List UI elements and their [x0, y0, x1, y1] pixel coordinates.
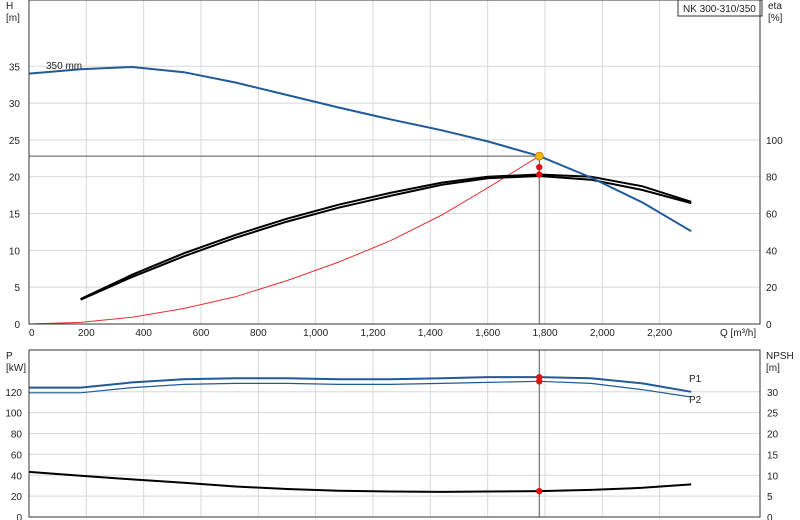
x-tick-label: 1,600	[475, 328, 500, 339]
p2-series-label: P2	[689, 395, 702, 406]
model-label: NK 300-310/350	[683, 4, 756, 15]
power-tick-label: 60	[11, 450, 23, 461]
x-tick-label: 2,200	[647, 328, 672, 339]
power-axis-unit: [kW]	[6, 363, 26, 374]
head-tick-label: 25	[9, 136, 21, 147]
power-tick-label: 120	[5, 388, 22, 399]
head-curve	[28, 65, 692, 233]
npsh-axis-title: NPSH	[766, 351, 794, 362]
power-tick-label: 40	[11, 471, 23, 482]
npsh-tick-label: 15	[767, 450, 779, 461]
head-tick-label: 10	[9, 246, 21, 257]
npsh-duty-marker	[536, 487, 543, 495]
head-tick-label: 20	[9, 173, 21, 184]
x-tick-label: 1,400	[418, 328, 443, 339]
head-axis-title: H	[6, 1, 13, 12]
p1-series-label: P1	[689, 374, 702, 385]
power-axis-title: P	[6, 351, 13, 362]
npsh-tick-label: 0	[767, 513, 773, 520]
x-tick-label: 1,000	[303, 328, 328, 339]
x-tick-label: 0	[29, 328, 35, 339]
npsh-tick-label: 5	[767, 492, 773, 503]
head-tick-label: 5	[14, 283, 20, 294]
head-tick-label: 0	[14, 320, 20, 331]
power-tick-label: 0	[16, 513, 22, 520]
eta-duty-marker	[536, 163, 543, 171]
x-tick-label: 1,800	[532, 328, 557, 339]
eta-tick-label: 60	[766, 210, 778, 221]
duty-point-marker	[534, 151, 544, 161]
head-tick-label: 35	[9, 62, 21, 73]
pump-curve-chart: H [m] eta [%] Q [m³/h] P [kW] NPSH [m] N…	[5, 0, 794, 520]
eta-curve	[80, 173, 692, 300]
eta-tick-label: 40	[766, 246, 778, 257]
npsh-tick-label: 25	[767, 409, 779, 420]
flow-axis-label: Q [m³/h]	[720, 328, 756, 339]
x-tick-label: 200	[78, 328, 95, 339]
top-tick-labels: 0 200 400 600 800 1,000 1,200 1,400 1,600 1,800 2,…	[9, 62, 783, 339]
npsh-tick-label: 20	[767, 430, 779, 441]
eta-axis-unit: [%]	[768, 13, 783, 24]
p2-duty-marker	[536, 378, 543, 385]
eta-tick-label: 80	[766, 173, 778, 184]
npsh-axis-unit: [m]	[766, 363, 780, 374]
eta-tick-label: 20	[766, 283, 778, 294]
npsh-tick-label: 30	[767, 388, 779, 399]
head-tick-label: 30	[9, 99, 21, 110]
power-tick-label: 80	[11, 430, 23, 441]
npsh-tick-label: 10	[767, 471, 779, 482]
impeller-label: 350 mm	[46, 61, 82, 72]
chart-curves	[28, 65, 692, 517]
power-tick-label: 100	[5, 409, 22, 420]
head-tick-label: 15	[9, 210, 21, 221]
x-tick-label: 400	[135, 328, 152, 339]
eta-axis-title: eta	[768, 1, 782, 12]
eta-tick-label: 0	[766, 320, 772, 331]
power-tick-label: 20	[11, 492, 23, 503]
x-tick-label: 2,000	[590, 328, 615, 339]
x-tick-label: 600	[193, 328, 210, 339]
eta-duty-marker	[536, 171, 543, 178]
head-axis-unit: [m]	[6, 13, 20, 24]
eta-tick-label: 100	[766, 136, 783, 147]
x-tick-label: 800	[250, 328, 267, 339]
x-tick-label: 1,200	[360, 328, 385, 339]
